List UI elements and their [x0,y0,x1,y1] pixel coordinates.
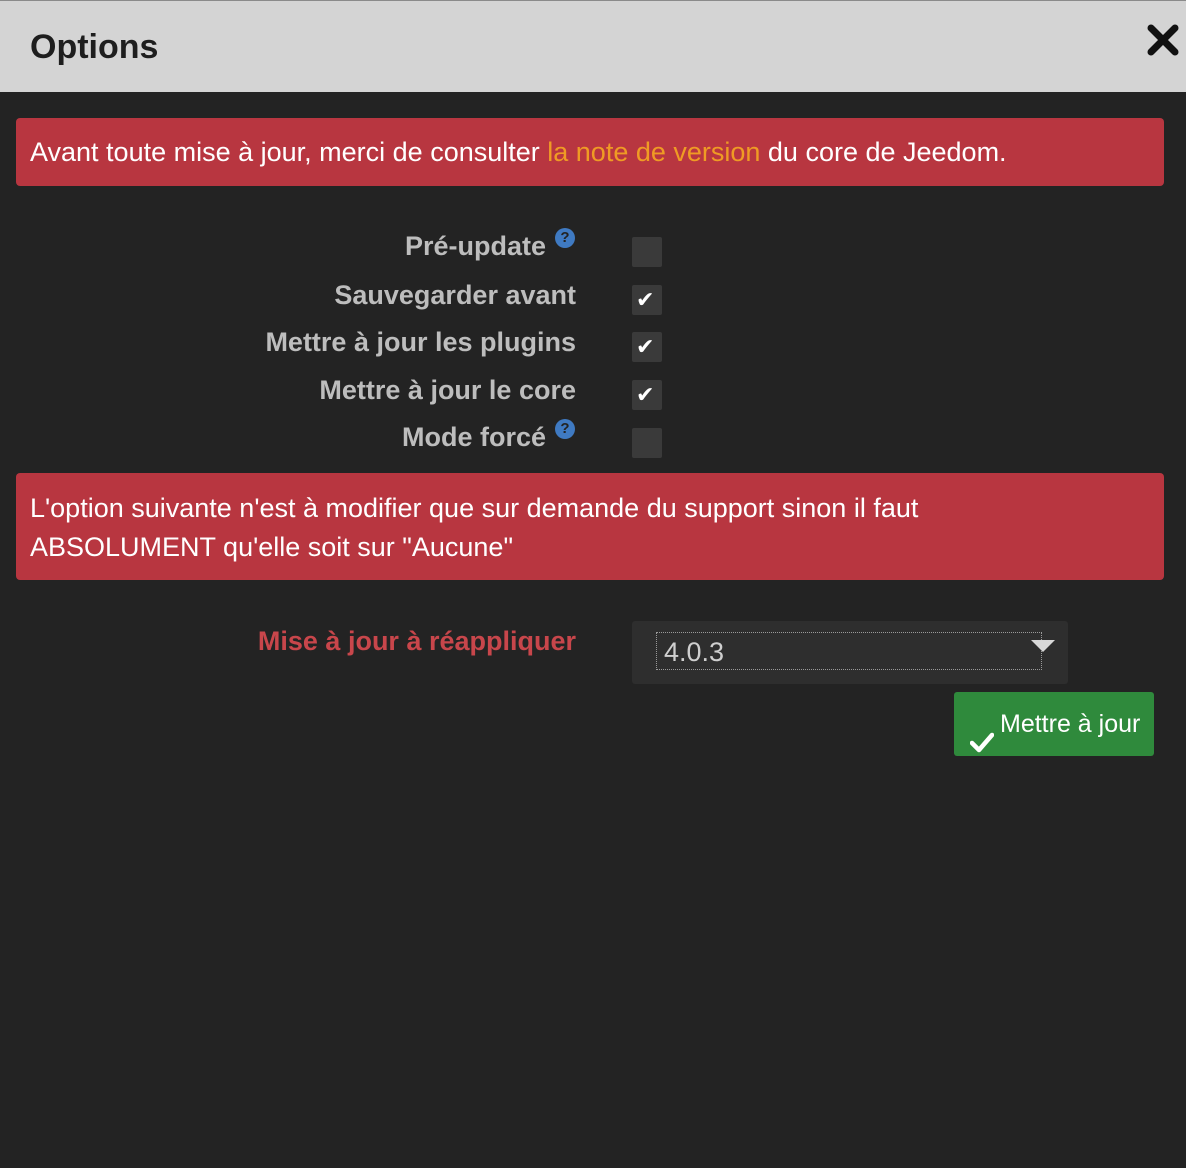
alert-text-before: Avant toute mise à jour, merci de consul… [30,137,548,167]
checkbox-forced-mode[interactable] [632,428,662,458]
update-button-label: Mettre à jour [1000,710,1141,738]
release-note-link[interactable]: la note de version [547,137,760,167]
help-icon[interactable]: ? [555,419,575,439]
option-label-backup-before: Sauvegarder avant [334,280,576,310]
update-button[interactable]: Mettre à jour [954,692,1154,756]
check-icon [969,713,995,777]
option-label-forced-mode: Mode forcé [401,422,546,452]
support-warning-line1: L'option suivante n'est à modifier que s… [30,493,919,523]
modal-title: Options [30,28,159,66]
options-modal: Options Avant toute mise à jour, merci d… [0,0,1186,1168]
checkbox-backup-before[interactable]: ✔ [632,285,662,315]
release-note-alert: Avant toute mise à jour, merci de consul… [16,118,1164,186]
option-label-update-core: Mettre à jour le core [319,375,576,405]
support-warning-alert: L'option suivante n'est à modifier que s… [16,473,1164,580]
checkbox-pre-update[interactable] [632,237,662,267]
checkmark-icon: ✔ [636,334,655,359]
reapply-select[interactable]: 4.0.3 [656,632,1055,670]
option-label-pre-update: Pré-update [404,231,546,261]
help-icon[interactable]: ? [555,228,575,248]
modal-header: Options [0,0,1186,92]
checkmark-icon: ✔ [636,382,655,407]
checkbox-update-plugins[interactable]: ✔ [632,332,662,362]
close-icon[interactable] [1146,23,1180,57]
support-warning-line2: ABSOLUMENT qu'elle soit sur "Aucune" [30,532,514,562]
reapply-label: Mise à jour à réappliquer [257,626,576,656]
reapply-select-value: 4.0.3 [664,637,725,667]
dropdown-arrow-icon [1031,640,1055,652]
checkmark-icon: ✔ [636,287,655,312]
reapply-select-container: 4.0.3 [632,621,1068,684]
alert-text-after: du core de Jeedom. [760,137,1007,167]
checkbox-update-core[interactable]: ✔ [632,380,662,410]
option-label-update-plugins: Mettre à jour les plugins [265,327,576,357]
